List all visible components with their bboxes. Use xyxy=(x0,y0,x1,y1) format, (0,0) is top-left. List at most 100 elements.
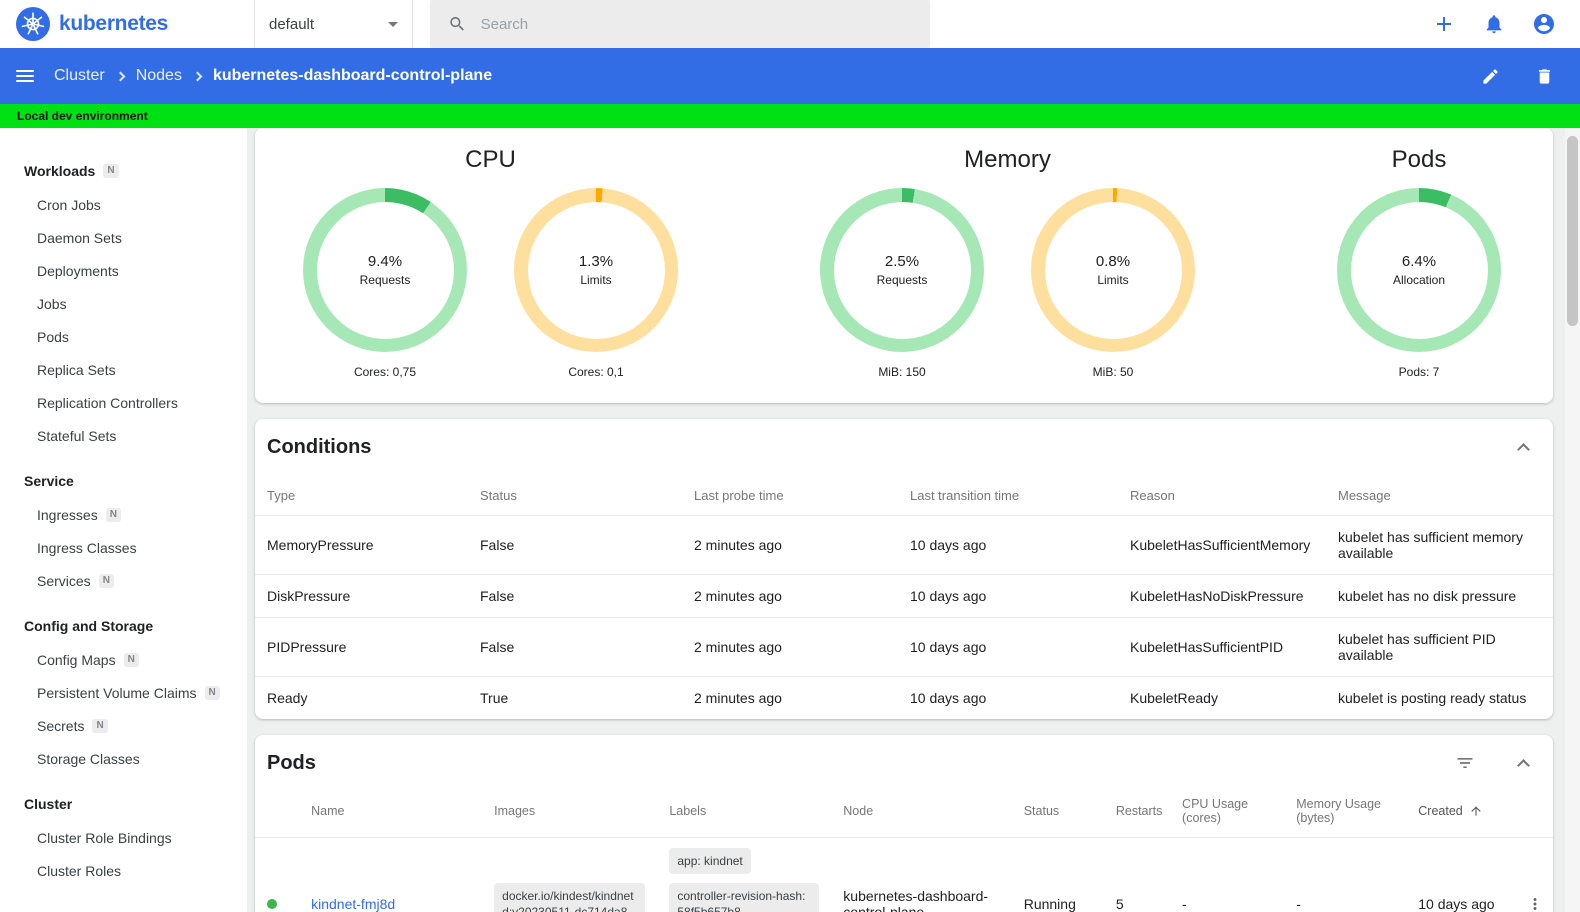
col-images: Images xyxy=(482,791,658,838)
cell-status: True xyxy=(480,690,509,706)
donut-chart: 1.3% Limits xyxy=(514,188,678,352)
gauge-cpu-limits: 1.3% Limits Cores: 0,1 xyxy=(514,188,678,379)
chevron-up-icon xyxy=(1516,758,1530,772)
breadcrumb: Cluster Nodes kubernetes-dashboard-contr… xyxy=(54,67,492,85)
item-label: Ingress Classes xyxy=(37,539,137,556)
account-icon xyxy=(1534,14,1554,34)
notifications-button[interactable] xyxy=(1482,12,1506,36)
kebab-menu-icon xyxy=(1533,898,1537,911)
sidebar-item-secrets[interactable]: Secrets N xyxy=(0,709,247,742)
cell-reason: KubeletReady xyxy=(1130,690,1218,706)
chevron-down-icon xyxy=(388,21,398,27)
filter-pods-button[interactable] xyxy=(1453,751,1477,775)
chevron-up-icon xyxy=(1516,442,1530,456)
breadcrumb-nodes[interactable]: Nodes xyxy=(136,67,182,85)
breadcrumb-cluster[interactable]: Cluster xyxy=(54,67,105,85)
col-created-label: Created xyxy=(1418,804,1463,818)
sidebar-item-jobs[interactable]: Jobs xyxy=(0,287,247,320)
pods-title: Pods xyxy=(267,751,316,774)
sidebar-item-replica-sets[interactable]: Replica Sets xyxy=(0,353,247,386)
sidebar-item-storage-classes[interactable]: Storage Classes xyxy=(0,742,247,775)
sidebar-item-ingress-classes[interactable]: Ingress Classes xyxy=(0,531,247,564)
pods-card: Pods Name Images Labels Node Status Rest… xyxy=(255,735,1553,912)
cell-transition: 10 days ago xyxy=(910,690,987,706)
sidebar-item-cluster-roles[interactable]: Cluster Roles xyxy=(0,854,247,887)
pod-actions-button[interactable] xyxy=(1523,892,1547,912)
sidebar-item-cron-jobs[interactable]: Cron Jobs xyxy=(0,188,247,221)
cell-actions xyxy=(1511,838,1553,912)
sort-created[interactable]: Created xyxy=(1418,804,1499,818)
cell-cpu-usage: - xyxy=(1182,896,1187,912)
item-label: Deployments xyxy=(37,262,119,279)
namespaced-badge: N xyxy=(123,652,139,667)
cell-message: kubelet has sufficient PID available xyxy=(1326,617,1553,677)
sidebar-item-daemon-sets[interactable]: Daemon Sets xyxy=(0,221,247,254)
sidebar-section-title-service: Service xyxy=(0,464,247,498)
gauge-caption: MiB: 150 xyxy=(878,365,926,379)
cell-message: kubelet is posting ready status xyxy=(1338,690,1527,706)
cell-message: kubelet has no disk pressure xyxy=(1326,574,1553,618)
gauge-caption: Pods: 7 xyxy=(1398,365,1440,379)
namespaced-badge: N xyxy=(103,164,119,178)
sidebar-section-title-workloads: Workloads N xyxy=(0,154,247,188)
create-button[interactable] xyxy=(1432,12,1456,36)
gauge-pods-allocation: 6.4% Allocation Pods: 7 xyxy=(1337,188,1501,379)
menu-icon[interactable] xyxy=(16,70,34,82)
table-row: MemoryPressure False 2 minutes ago 10 da… xyxy=(255,515,1553,575)
environment-banner: Local dev environment xyxy=(0,104,1580,128)
table-header-row: Name Images Labels Node Status Restarts … xyxy=(255,791,1553,838)
sidebar-section-workloads: Workloads N Cron Jobs Daemon Sets Deploy… xyxy=(0,154,247,452)
cell-name: kindnet-fmj8d xyxy=(299,838,482,912)
gauge-group-title: CPU xyxy=(465,146,516,173)
sidebar-item-persistent-volume-claims[interactable]: Persistent Volume Claims N xyxy=(0,676,247,709)
sidebar-item-replication-controllers[interactable]: Replication Controllers xyxy=(0,386,247,419)
brand[interactable]: kubernetes xyxy=(0,0,255,48)
cell-labels: app: kindnet controller-revision-hash: 5… xyxy=(657,838,831,912)
chevron-right-icon xyxy=(115,71,126,82)
namespace-selector[interactable]: default xyxy=(255,0,413,48)
gauge-label: Requests xyxy=(876,273,928,287)
sidebar-item-config-maps[interactable]: Config Maps N xyxy=(0,643,247,676)
account-button[interactable] xyxy=(1532,12,1556,36)
label-chip: controller-revision-hash: 58f5b657b8 xyxy=(669,883,820,912)
sidebar-item-deployments[interactable]: Deployments xyxy=(0,254,247,287)
search-bar[interactable] xyxy=(430,0,930,48)
sidebar-section-service: Service Ingresses N Ingress Classes Serv… xyxy=(0,464,247,597)
gauge-cpu-requests: 9.4% Requests Cores: 0,75 xyxy=(303,188,467,379)
sidebar-item-cluster-role-bindings[interactable]: Cluster Role Bindings xyxy=(0,821,247,854)
cell-message: kubelet has sufficient memory available xyxy=(1326,515,1553,575)
scrollbar-thumb[interactable] xyxy=(1567,136,1578,326)
col-reason: Reason xyxy=(1118,475,1326,516)
collapse-conditions-button[interactable] xyxy=(1511,435,1535,459)
trash-icon xyxy=(1538,68,1550,84)
item-label: Cluster Role Bindings xyxy=(37,829,172,846)
sidebar-item-stateful-sets[interactable]: Stateful Sets xyxy=(0,419,247,452)
col-node: Node xyxy=(831,791,1012,838)
gauge-group-title: Memory xyxy=(964,146,1051,173)
breadcrumb-current: kubernetes-dashboard-control-plane xyxy=(212,67,493,84)
top-app-bar: kubernetes default xyxy=(0,0,1580,48)
gauge-memory-requests: 2.5% Requests MiB: 150 xyxy=(820,188,984,379)
kubernetes-logo-icon xyxy=(16,7,50,41)
delete-button[interactable] xyxy=(1532,64,1556,88)
scrollbar[interactable] xyxy=(1565,128,1580,912)
cell-restarts: 5 xyxy=(1115,896,1124,912)
pod-name-link[interactable]: kindnet-fmj8d xyxy=(311,896,395,912)
pods-table: Name Images Labels Node Status Restarts … xyxy=(255,791,1553,912)
col-created: Created xyxy=(1406,791,1512,838)
cell-transition: 10 days ago xyxy=(898,515,1118,575)
sidebar-section-config-storage: Config and Storage Config Maps N Persist… xyxy=(0,609,247,775)
sidebar-section-cluster: Cluster Cluster Role Bindings Cluster Ro… xyxy=(0,787,247,887)
item-label: Storage Classes xyxy=(37,750,140,767)
sidebar-item-pods[interactable]: Pods xyxy=(0,320,247,353)
col-name: Name xyxy=(299,791,483,838)
namespaced-badge: N xyxy=(204,685,220,700)
add-icon xyxy=(1437,17,1451,31)
collapse-pods-button[interactable] xyxy=(1511,751,1535,775)
gauge-caption: Cores: 0,75 xyxy=(353,365,417,379)
edit-button[interactable] xyxy=(1478,64,1502,88)
search-input[interactable] xyxy=(480,15,912,33)
donut-chart: 0.8% Limits xyxy=(1031,188,1195,352)
sidebar-item-ingresses[interactable]: Ingresses N xyxy=(0,498,247,531)
sidebar-item-services[interactable]: Services N xyxy=(0,564,247,597)
